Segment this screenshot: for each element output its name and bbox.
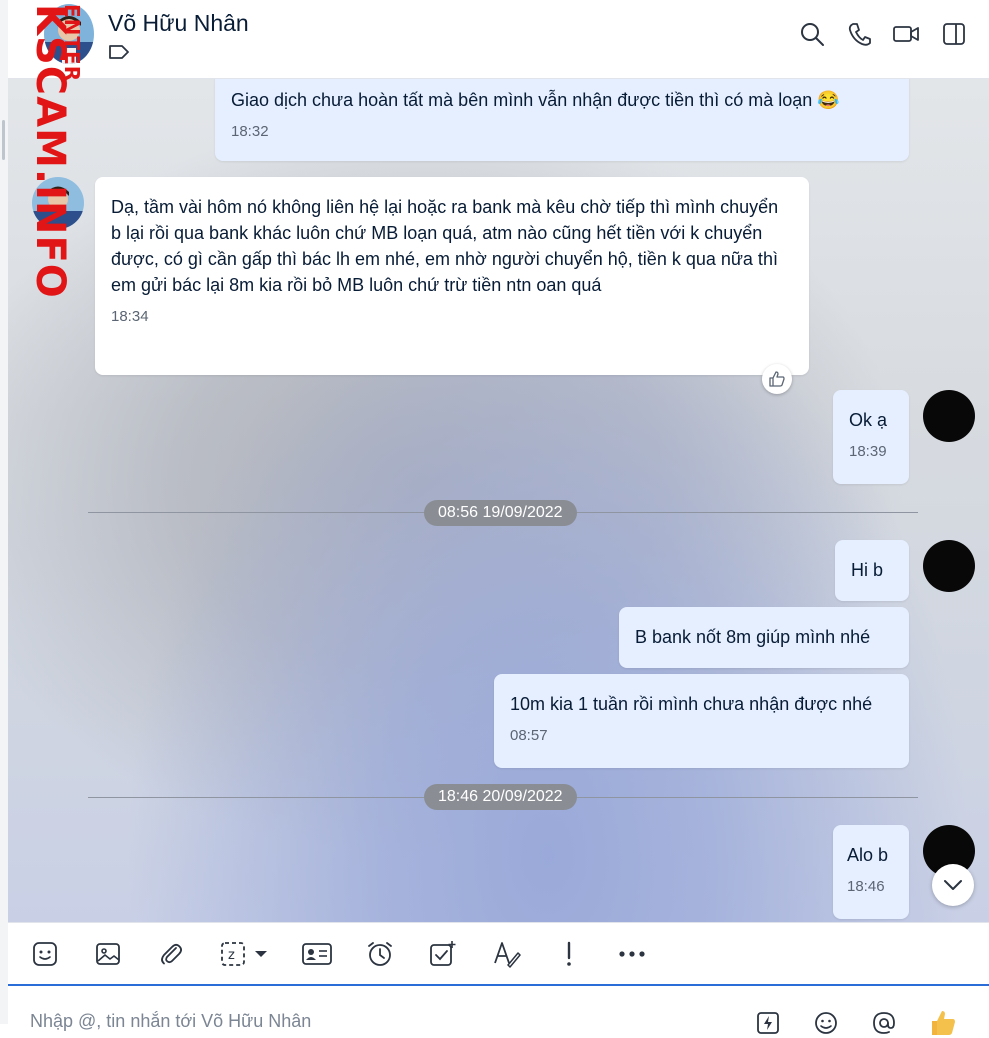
message-time: 18:39 bbox=[849, 443, 887, 460]
message-bubble[interactable]: B bank nốt 8m giúp mình nhé bbox=[619, 607, 909, 668]
mention-icon[interactable] bbox=[869, 1008, 899, 1038]
watermark-small: ENTER bbox=[60, 4, 84, 83]
message-text: Hi b bbox=[851, 560, 884, 580]
message-time: 08:57 bbox=[510, 727, 548, 744]
chat-area[interactable]: Giao dịch chưa hoàn tất mà bên mình vẫn … bbox=[8, 79, 989, 922]
screenshot-icon[interactable]: z bbox=[217, 937, 273, 971]
message-time: 18:46 bbox=[847, 878, 885, 895]
scroll-to-bottom-button[interactable] bbox=[932, 864, 974, 906]
tag-icon[interactable] bbox=[108, 44, 130, 65]
message-time: 18:34 bbox=[111, 308, 149, 325]
contact-card-icon[interactable] bbox=[300, 937, 334, 971]
emoji-icon[interactable] bbox=[811, 1008, 841, 1038]
message-text: B bank nốt 8m giúp mình nhé bbox=[635, 627, 871, 647]
watermark: KSCAM.INFO ENTER bbox=[10, 4, 84, 299]
date-divider: 08:56 19/09/2022 bbox=[424, 500, 577, 526]
message-bubble[interactable]: 10m kia 1 tuần rồi mình chưa nhận được n… bbox=[494, 674, 909, 768]
message-bubble[interactable]: Hi b bbox=[835, 540, 909, 601]
thumbs-up-icon[interactable] bbox=[928, 1008, 958, 1038]
message-text: Ok ạ bbox=[849, 410, 888, 430]
composer-toolbar: z bbox=[8, 922, 989, 985]
svg-text:z: z bbox=[228, 948, 235, 963]
chat-header: Võ Hữu Nhân bbox=[8, 0, 989, 79]
message-text: Alo b bbox=[847, 845, 889, 865]
contact-name[interactable]: Võ Hữu Nhân bbox=[108, 10, 249, 37]
message-bubble[interactable]: Dạ, tầm vài hôm nó không liên hệ lại hoặ… bbox=[95, 177, 809, 375]
message-text: Dạ, tầm vài hôm nó không liên hệ lại hoặ… bbox=[111, 197, 779, 295]
task-checkbox-icon[interactable] bbox=[426, 937, 460, 971]
attachment-icon[interactable] bbox=[154, 937, 188, 971]
image-icon[interactable] bbox=[91, 937, 125, 971]
message-input[interactable] bbox=[28, 1010, 712, 1033]
scroll-handle[interactable] bbox=[2, 120, 5, 160]
message-bubble[interactable]: Alo b 18:46 bbox=[833, 825, 909, 919]
quick-reply-icon[interactable] bbox=[753, 1008, 783, 1038]
like-reaction-button[interactable] bbox=[762, 364, 792, 394]
composer bbox=[8, 984, 989, 1035]
search-icon[interactable] bbox=[798, 20, 826, 48]
reminder-alarm-icon[interactable] bbox=[363, 937, 397, 971]
message-text: 10m kia 1 tuần rồi mình chưa nhận được n… bbox=[510, 694, 873, 714]
message-bubble[interactable]: Ok ạ 18:39 bbox=[833, 390, 909, 484]
phone-icon[interactable] bbox=[846, 20, 874, 48]
user-avatar[interactable] bbox=[923, 390, 975, 442]
more-options-icon[interactable] bbox=[615, 937, 649, 971]
video-call-icon[interactable] bbox=[892, 20, 920, 48]
message-time: 18:32 bbox=[231, 123, 269, 140]
message-bubble[interactable]: Giao dịch chưa hoàn tất mà bên mình vẫn … bbox=[215, 79, 909, 161]
user-avatar[interactable] bbox=[923, 540, 975, 592]
text-format-icon[interactable] bbox=[489, 937, 523, 971]
date-divider: 18:46 20/09/2022 bbox=[424, 784, 577, 810]
sticker-icon[interactable] bbox=[28, 937, 62, 971]
urgent-priority-icon[interactable] bbox=[552, 937, 586, 971]
message-text: Giao dịch chưa hoàn tất mà bên mình vẫn … bbox=[231, 90, 840, 110]
sidebar-toggle-icon[interactable] bbox=[940, 20, 968, 48]
